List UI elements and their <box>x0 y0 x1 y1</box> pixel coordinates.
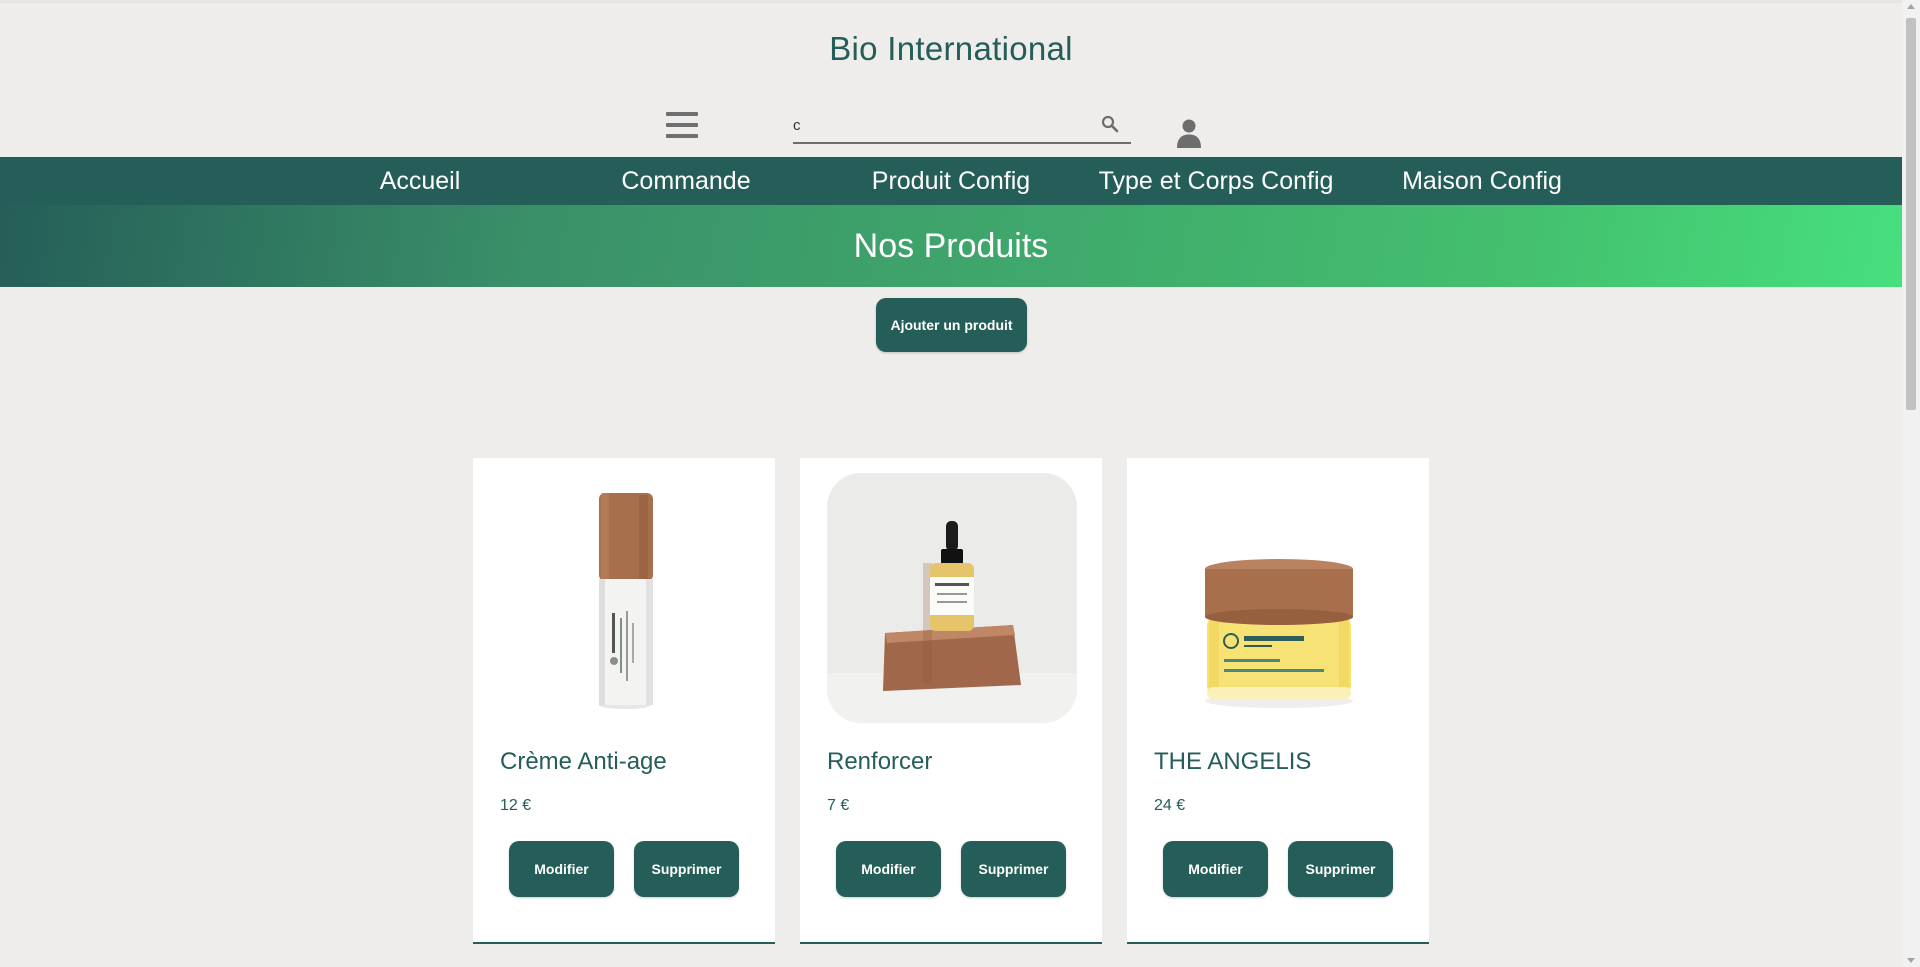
product-price: 24 € <box>1154 797 1186 814</box>
product-image[interactable] <box>1154 473 1404 723</box>
product-image[interactable] <box>827 473 1077 723</box>
site-title: Bio International <box>829 30 1073 67</box>
page-scrollbar[interactable] <box>1902 0 1920 967</box>
scroll-up-arrow-icon[interactable] <box>1907 4 1915 9</box>
search-input[interactable] <box>793 108 1093 142</box>
hamburger-menu-icon[interactable] <box>666 112 698 138</box>
product-price: 7 € <box>827 797 850 814</box>
hero-banner: Nos Produits <box>0 205 1902 287</box>
product-name: Crème Anti-age <box>500 748 667 775</box>
delete-button[interactable]: Supprimer <box>961 841 1066 897</box>
product-card: Renforcer 7 € Modifier Supprimer <box>800 458 1102 944</box>
nav-item-produit-config[interactable]: Produit Config <box>872 157 1030 205</box>
edit-button[interactable]: Modifier <box>509 841 614 897</box>
add-product-button[interactable]: Ajouter un produit <box>876 298 1027 352</box>
nav-item-maison-config[interactable]: Maison Config <box>1402 157 1562 205</box>
product-name: THE ANGELIS <box>1154 748 1312 775</box>
product-price: 12 € <box>500 797 532 814</box>
nav-item-commande[interactable]: Commande <box>621 157 750 205</box>
product-image[interactable] <box>500 473 750 723</box>
delete-button[interactable]: Supprimer <box>1288 841 1393 897</box>
page-title: Nos Produits <box>853 227 1049 265</box>
search-icon[interactable] <box>1101 115 1119 133</box>
edit-button[interactable]: Modifier <box>836 841 941 897</box>
main-nav: Accueil Commande Produit Config Type et … <box>0 157 1902 205</box>
top-border <box>0 0 1902 3</box>
edit-button[interactable]: Modifier <box>1163 841 1268 897</box>
search-bar <box>793 108 1131 144</box>
user-icon[interactable] <box>1175 118 1203 148</box>
product-card: THE ANGELIS 24 € Modifier Supprimer <box>1127 458 1429 944</box>
scrollbar-thumb[interactable] <box>1906 18 1916 410</box>
nav-item-accueil[interactable]: Accueil <box>380 157 461 205</box>
scroll-down-arrow-icon[interactable] <box>1907 958 1915 963</box>
nav-item-type-corps-config[interactable]: Type et Corps Config <box>1099 157 1334 205</box>
product-name: Renforcer <box>827 748 933 775</box>
delete-button[interactable]: Supprimer <box>634 841 739 897</box>
product-card: Crème Anti-age 12 € Modifier Supprimer <box>473 458 775 944</box>
